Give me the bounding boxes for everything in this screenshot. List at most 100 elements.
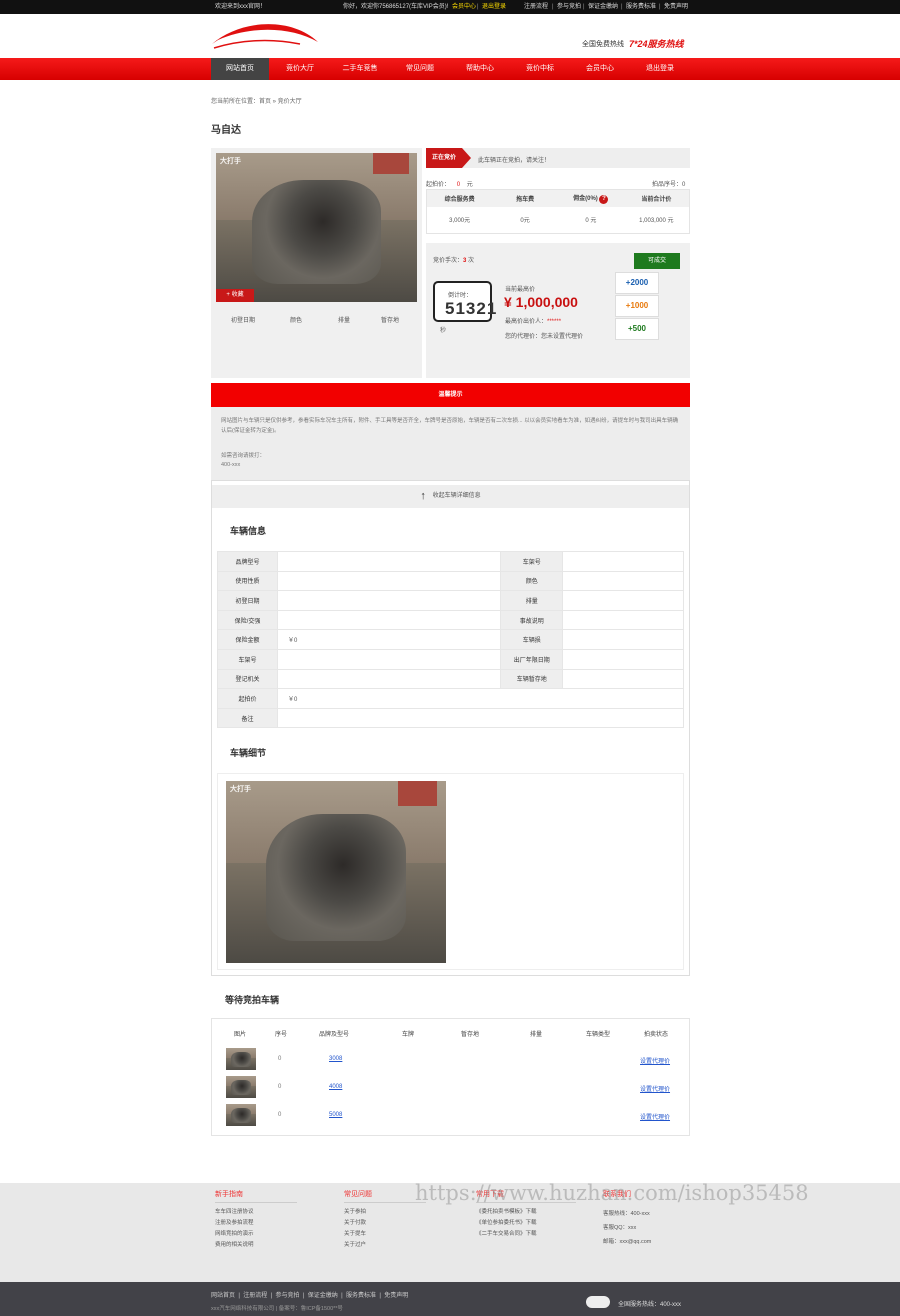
footer-bottom-link[interactable]: 参与竞拍 (276, 1293, 300, 1299)
waiting-row-model-link[interactable]: 3008 (329, 1056, 342, 1062)
nav-home[interactable]: 网站首页 (211, 58, 269, 80)
info-value (562, 648, 684, 670)
footer-bottom-links: 网站首页 | 注册流程 | 参与竞拍 | 保证金缴纳 | 服务费标准 | 免责声… (211, 1293, 409, 1299)
gallery-tab-storage[interactable]: 暂存地 (381, 315, 399, 324)
nav-help[interactable]: 帮助中心 (451, 58, 509, 80)
waiting-header: 车辆类型 (586, 1032, 611, 1038)
notice-title: 温馨提示 (211, 383, 690, 407)
nav-used-car[interactable]: 二手车竞售 (331, 58, 389, 80)
top-link-deposit[interactable]: 保证金缴纳 (588, 3, 618, 11)
bid-plus-2000-button[interactable]: +2000 (615, 272, 659, 294)
info-label: 颜色 (500, 570, 564, 592)
greeting-text: 你好，欢迎你756865127(车库VIP会员)! (343, 4, 449, 10)
footer-link[interactable]: 《单位参拍委托书》下载 (476, 1218, 576, 1229)
footer-link[interactable]: 车车四注册协议 (215, 1207, 297, 1218)
waiting-header: 序号 (275, 1032, 288, 1038)
waiting-row-model-link[interactable]: 5008 (329, 1112, 342, 1118)
footer-link[interactable]: 费用的相关说明 (215, 1240, 297, 1251)
bid-plus-500-button[interactable]: +500 (615, 318, 659, 340)
set-proxy-price-link[interactable]: 设置代理价 (640, 1056, 670, 1065)
footer-bottom-link[interactable]: 保证金缴纳 (308, 1293, 338, 1299)
waiting-thumb[interactable] (226, 1104, 256, 1126)
waiting-row-no: 0 (278, 1112, 282, 1118)
footer-link[interactable]: 关于提车 (344, 1229, 426, 1240)
info-label: 保险/交强 (217, 609, 278, 631)
footer-link[interactable]: 注册及参拍流程 (215, 1218, 297, 1229)
top-link-fee[interactable]: 服务费标准 (626, 3, 656, 11)
gallery-tab-color[interactable]: 颜色 (290, 315, 302, 324)
info-value (562, 551, 684, 572)
waiting-header: 拍卖状态 (644, 1032, 669, 1038)
info-value (562, 570, 684, 592)
welcome-text: 欢迎来到xxx官网！ (215, 4, 267, 10)
info-row: 备注 (217, 707, 684, 729)
nav-auction-hall[interactable]: 竞价大厅 (271, 58, 329, 80)
nav-logout[interactable]: 退出登录 (631, 58, 689, 80)
car-detail-photo[interactable]: 大打手 (226, 781, 446, 963)
set-proxy-price-link[interactable]: 设置代理价 (640, 1112, 670, 1121)
footer-col-title: 常见问题 (344, 1189, 426, 1203)
collapse-toggle[interactable]: ↑ 收起车辆详细信息 (212, 485, 689, 508)
info-label: 车架号 (217, 648, 278, 670)
waiting-row-model-link[interactable]: 4008 (329, 1084, 342, 1090)
info-value (277, 707, 684, 729)
status-arrow-icon (462, 148, 471, 168)
gallery-tab-reg-date[interactable]: 初登日期 (231, 315, 255, 324)
footer-bottom-link[interactable]: 免责声明 (384, 1293, 408, 1299)
help-icon[interactable]: ? (599, 194, 609, 204)
footer-qq: 客服QQ：xxx (603, 1225, 637, 1231)
waiting-header: 品牌及型号 (319, 1032, 350, 1038)
footer-bottom-link[interactable]: 网站首页 (211, 1293, 235, 1299)
nav-won-bids[interactable]: 竞价中标 (511, 58, 569, 80)
info-row: 初登日期 排量 (217, 590, 684, 611)
top-link-disclaimer[interactable]: 免责声明 (664, 3, 688, 11)
page-title: 马自达 (211, 125, 241, 136)
info-value (276, 551, 502, 572)
footer-link[interactable]: 关于参拍 (344, 1207, 426, 1218)
photo-watermark: 大打手 (230, 786, 251, 793)
waiting-thumb[interactable] (226, 1076, 256, 1098)
top-link-register-flow[interactable]: 注册流程 (524, 3, 548, 11)
vehicle-info-table: 品牌型号 车架号 使用性质 颜色 初登日期 排量 保险/交强 事故说明 保险金额 ￥0 车辆损 车架号… (217, 551, 684, 729)
footer-col-title: 新手指南 (215, 1189, 297, 1203)
bid-plus-1000-button[interactable]: +1000 (615, 295, 659, 317)
footer-link[interactable]: 关于付款 (344, 1218, 426, 1229)
info-row: 保险金额 ￥0 车辆损 (217, 629, 684, 650)
member-center-link[interactable]: 会员中心 (452, 3, 476, 11)
waiting-thumb[interactable] (226, 1048, 256, 1070)
deal-button[interactable]: 可成交 (634, 253, 680, 269)
logo-swoosh-icon[interactable] (210, 18, 322, 50)
info-label: 排量 (500, 590, 564, 611)
fee-header: 综合服务费 (444, 196, 475, 203)
fee-value: 1,003,000 元 (639, 218, 674, 225)
footer-link[interactable]: 《委托拍卖书模板》下载 (476, 1207, 576, 1218)
top-link-bid[interactable]: 参与竞拍 (557, 3, 581, 11)
current-price-value: ¥ 1,000,000 (504, 294, 578, 310)
footer-link[interactable]: 网络竞拍的演示 (215, 1229, 297, 1240)
nav-faq[interactable]: 常见问题 (391, 58, 449, 80)
footer-link[interactable]: 《二手车交易合同》下载 (476, 1229, 576, 1240)
favorite-button[interactable]: + 收藏 (216, 289, 254, 302)
auction-status-bar: 正在竞价 此车辆正在竞拍，请关注！ (426, 148, 690, 168)
info-label: 车架号 (500, 551, 564, 572)
countdown-box: 倒计时： 51321 (433, 281, 496, 322)
logout-link[interactable]: 退出登录 (482, 3, 506, 11)
proxy-price: 您的代理价：您未设置代理价 (505, 334, 584, 340)
info-label: 使用性质 (217, 570, 278, 592)
car-main-photo[interactable]: 大打手 (216, 153, 417, 302)
info-label: 初登日期 (217, 590, 278, 611)
bid-count: 竞价手次：3 次 (433, 258, 475, 264)
waiting-header: 排量 (530, 1032, 543, 1038)
gallery-tab-displacement[interactable]: 排量 (338, 315, 350, 324)
photo-watermark: 大打手 (220, 158, 241, 165)
vehicle-details-title: 车辆细节 (230, 748, 267, 758)
info-value (276, 648, 502, 670)
footer-link[interactable]: 关于过户 (344, 1240, 426, 1251)
nav-member-center[interactable]: 会员中心 (571, 58, 629, 80)
info-row: 起拍价 ￥0 (217, 688, 684, 709)
footer-bottom-link[interactable]: 服务费标准 (346, 1293, 376, 1299)
main-nav: 网站首页 竞价大厅 二手车竞售 常见问题 帮助中心 竞价中标 会员中心 退出登录 (0, 58, 900, 80)
set-proxy-price-link[interactable]: 设置代理价 (640, 1084, 670, 1093)
waiting-header: 车牌 (402, 1032, 415, 1038)
footer-bottom-link[interactable]: 注册流程 (243, 1293, 267, 1299)
